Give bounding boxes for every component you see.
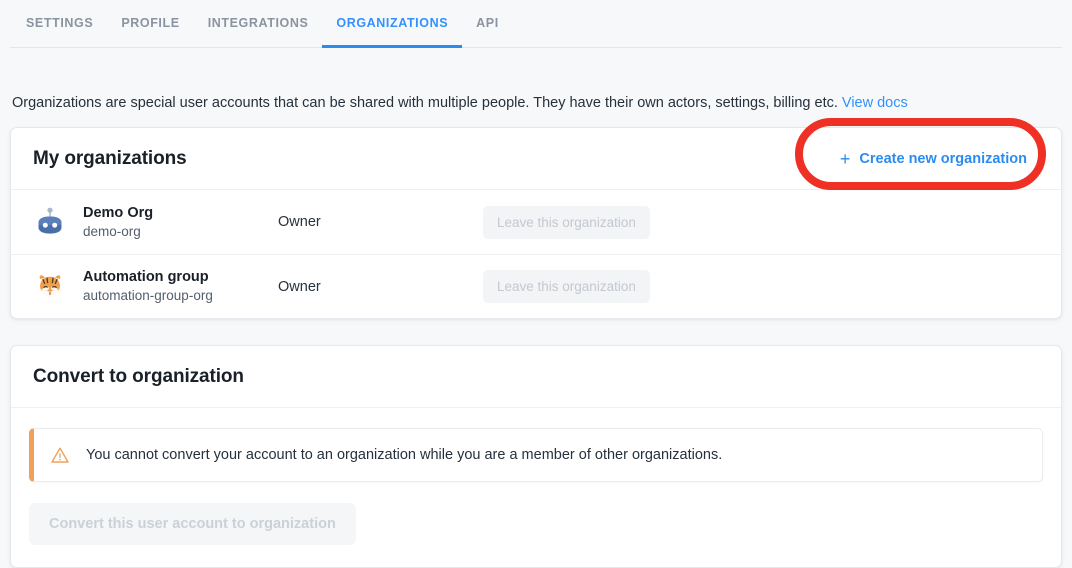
org-slug: automation-group-org — [83, 288, 213, 303]
org-slug: demo-org — [83, 223, 141, 239]
tab-profile[interactable]: PROFILE — [107, 0, 193, 48]
convert-to-organization-card: Convert to organization You cannot conve… — [10, 345, 1062, 568]
convert-header: Convert to organization — [11, 346, 1061, 408]
org-role: Owner — [278, 214, 321, 230]
leave-organization-button[interactable]: Leave this organization — [483, 205, 650, 239]
convert-body: You cannot convert your account to an or… — [11, 408, 1061, 567]
my-organizations-card: My organizations + Create new organizati… — [10, 127, 1062, 319]
tab-settings[interactable]: SETTINGS — [12, 0, 107, 48]
page-description: Organizations are special user accounts … — [0, 63, 1072, 113]
plus-icon: + — [839, 148, 851, 169]
convert-account-button[interactable]: Convert this user account to organizatio… — [29, 503, 356, 545]
org-role: Owner — [278, 278, 321, 295]
page-description-text: Organizations are special user accounts … — [12, 94, 838, 111]
table-row[interactable]: Automation group automation-group-org Ow… — [11, 254, 1061, 318]
content-area: My organizations + Create new organizati… — [0, 127, 1072, 568]
create-new-organization-label: Create new organization — [859, 150, 1027, 167]
warning-alert-text: You cannot convert your account to an or… — [86, 447, 723, 463]
tab-organizations[interactable]: ORGANIZATIONS — [322, 0, 462, 48]
org-identity: Automation group automation-group-org — [83, 268, 278, 305]
create-new-organization-button[interactable]: + Create new organization — [825, 139, 1041, 178]
org-name: Automation group — [83, 269, 209, 285]
tiger-avatar-icon — [33, 270, 67, 304]
warning-triangle-icon — [48, 445, 72, 465]
tab-api[interactable]: API — [462, 0, 513, 48]
org-identity: Demo Org demo-org — [83, 204, 278, 241]
settings-tabbar: SETTINGS PROFILE INTEGRATIONS ORGANIZATI… — [0, 0, 1072, 48]
tab-integrations[interactable]: INTEGRATIONS — [194, 0, 323, 48]
robot-avatar-icon — [33, 205, 67, 239]
my-organizations-title: My organizations — [33, 147, 187, 169]
org-name: Demo Org — [83, 204, 154, 221]
view-docs-link[interactable]: View docs — [842, 95, 908, 111]
leave-organization-button[interactable]: Leave this organization — [483, 270, 650, 303]
warning-alert: You cannot convert your account to an or… — [29, 428, 1043, 482]
table-row[interactable]: Demo Org demo-org Owner Leave this organ… — [11, 190, 1061, 254]
convert-title: Convert to organization — [33, 365, 244, 387]
my-organizations-header: My organizations + Create new organizati… — [11, 128, 1061, 190]
